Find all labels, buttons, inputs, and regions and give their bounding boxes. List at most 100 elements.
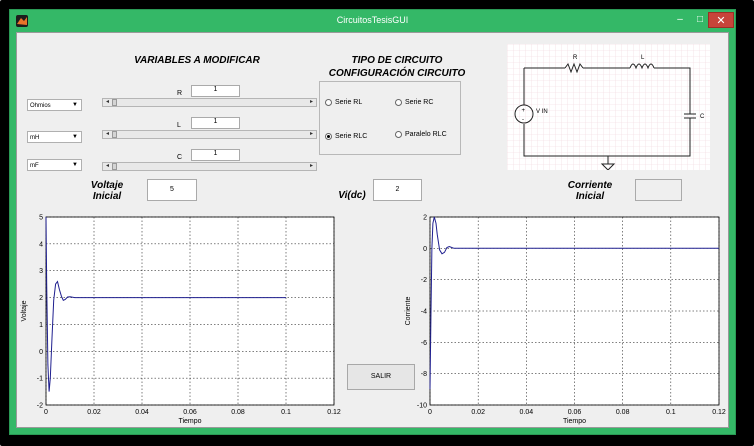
- minimize-button[interactable]: –: [670, 12, 690, 28]
- voltaje-inicial-line1: Voltaje: [90, 180, 124, 191]
- y-tick-label: -2: [421, 277, 427, 284]
- schematic-plus: +: [522, 108, 526, 114]
- window-title: CircuitosTesisGUI: [336, 15, 409, 25]
- y-tick-label: -10: [417, 403, 427, 410]
- r-slider[interactable]: ◂ ▸: [102, 98, 317, 107]
- circuit-type-panel: Serie RL Serie RC Serie RLC Paralelo RLC: [319, 81, 461, 155]
- radio-serie-rlc[interactable]: [325, 133, 332, 140]
- y-tick-label: 0: [39, 349, 43, 356]
- x-tick-label: 0.04: [135, 409, 149, 416]
- option-paralelo-rlc[interactable]: Paralelo RLC: [395, 131, 447, 138]
- x-tick-label: 0.06: [183, 409, 197, 416]
- c-slider[interactable]: ◂ ▸: [102, 162, 317, 171]
- x-tick-label: 0: [428, 409, 432, 416]
- y-tick-label: 0: [423, 246, 427, 253]
- chevron-down-icon: ▼: [72, 134, 78, 140]
- voltaje-plot[interactable]: 0 0.02 0.04 0.06 0.08 0.1 0.12 -2 -1 0 1 2 3 4 5 Tiempo…: [17, 207, 347, 427]
- corriente-plot[interactable]: 0 0.02 0.04 0.06 0.08 0.1 0.12 -10 -8 -6 -4 -2 0 2 Tie…: [397, 207, 727, 427]
- x-tick-label: 0.12: [712, 409, 726, 416]
- r-label: R: [177, 90, 183, 97]
- l-unit-select[interactable]: mH ▼: [27, 131, 82, 143]
- x-tick-label: 0.02: [471, 409, 485, 416]
- x-tick-label: 0.1: [666, 409, 676, 416]
- vi-dc-label: Vi(dc): [338, 190, 366, 201]
- arrow-right-icon[interactable]: ▸: [307, 163, 316, 170]
- corriente-inicial-line2: Inicial: [575, 191, 605, 202]
- x-tick-label: 0.08: [616, 409, 630, 416]
- arrow-right-icon[interactable]: ▸: [307, 131, 316, 138]
- arrow-right-icon[interactable]: ▸: [307, 99, 316, 106]
- x-tick-label: 0.12: [327, 409, 341, 416]
- y-tick-label: 2: [39, 295, 43, 302]
- x-axis-label: Tiempo: [178, 418, 201, 425]
- schematic-r-label: R: [573, 55, 578, 61]
- schematic-minus: -: [522, 117, 524, 123]
- voltaje-inicial-line2: Inicial: [92, 191, 122, 202]
- x-tick-label: 0.1: [281, 409, 291, 416]
- option-serie-rc-label: Serie RC: [405, 99, 434, 106]
- y-tick-label: -6: [421, 340, 427, 347]
- y-tick-label: -4: [421, 309, 427, 316]
- radio-serie-rl[interactable]: [325, 99, 332, 106]
- tipo-circuito-heading: TIPO DE CIRCUITO: [351, 55, 443, 66]
- r-value-input[interactable]: 1: [191, 85, 240, 97]
- variables-heading: VARIABLES A MODIFICAR: [134, 55, 260, 66]
- c-unit-select[interactable]: mF ▼: [27, 159, 82, 171]
- maximize-button[interactable]: □: [690, 12, 710, 28]
- app-window: CircuitosTesisGUI – □ ✕ VARIABLES A MODI…: [9, 9, 736, 435]
- y-tick-label: 4: [39, 241, 43, 248]
- option-serie-rc[interactable]: Serie RC: [395, 99, 433, 106]
- x-axis-label: Tiempo: [563, 418, 586, 425]
- y-tick-label: 1: [39, 322, 43, 329]
- c-label: C: [177, 154, 183, 161]
- arrow-left-icon[interactable]: ◂: [103, 131, 112, 138]
- arrow-left-icon[interactable]: ◂: [103, 163, 112, 170]
- l-value-input[interactable]: 1: [191, 117, 240, 129]
- r-unit-value: Ohmios: [30, 103, 51, 109]
- y-axis-label: Corriente: [405, 297, 412, 326]
- option-serie-rl-label: Serie RL: [335, 99, 363, 106]
- window-frame: CircuitosTesisGUI – □ ✕ VARIABLES A MODI…: [0, 0, 754, 446]
- schematic-vin-label: V IN: [536, 109, 548, 115]
- x-tick-label: 0.08: [231, 409, 245, 416]
- y-tick-label: -8: [421, 371, 427, 378]
- corriente-inicial-label: Corriente Inicial: [557, 180, 623, 202]
- x-tick-label: 0: [44, 409, 48, 416]
- x-tick-label: 0.02: [87, 409, 101, 416]
- chevron-down-icon: ▼: [72, 102, 78, 108]
- arrow-left-icon[interactable]: ◂: [103, 99, 112, 106]
- c-unit-value: mF: [30, 163, 39, 169]
- l-slider[interactable]: ◂ ▸: [102, 130, 317, 139]
- radio-paralelo-rlc[interactable]: [395, 131, 402, 138]
- schematic-c-label: C: [700, 114, 705, 120]
- l-slider-thumb[interactable]: [112, 131, 117, 138]
- y-tick-label: -2: [37, 403, 43, 410]
- vi-dc-input[interactable]: 2: [373, 179, 422, 201]
- corriente-inicial-input[interactable]: [635, 179, 682, 201]
- y-tick-label: 2: [423, 215, 427, 222]
- chevron-down-icon: ▼: [72, 162, 78, 168]
- voltaje-inicial-input[interactable]: 5: [147, 179, 197, 201]
- corriente-inicial-line1: Corriente: [567, 180, 613, 191]
- option-serie-rlc[interactable]: Serie RLC: [325, 133, 367, 140]
- radio-serie-rc[interactable]: [395, 99, 402, 106]
- x-tick-label: 0.06: [568, 409, 582, 416]
- y-axis-label: Voltaje: [21, 300, 28, 321]
- option-paralelo-rlc-label: Paralelo RLC: [405, 131, 447, 138]
- figure-client-area: VARIABLES A MODIFICAR TIPO DE CIRCUITO C…: [16, 32, 729, 428]
- y-tick-label: 5: [39, 215, 43, 222]
- r-unit-select[interactable]: Ohmios ▼: [27, 99, 82, 111]
- c-value-input[interactable]: 1: [191, 149, 240, 161]
- c-slider-thumb[interactable]: [112, 163, 117, 170]
- option-serie-rl[interactable]: Serie RL: [325, 99, 362, 106]
- option-serie-rlc-label: Serie RLC: [335, 133, 368, 140]
- x-tick-label: 0.04: [520, 409, 534, 416]
- l-label: L: [177, 122, 181, 129]
- title-bar[interactable]: CircuitosTesisGUI – □ ✕: [10, 10, 735, 32]
- l-unit-value: mH: [30, 135, 40, 141]
- configuracion-heading: CONFIGURACIÓN CIRCUITO: [328, 68, 466, 79]
- schematic-drawing: R L C V IN + -: [507, 44, 710, 171]
- r-slider-thumb[interactable]: [112, 99, 117, 106]
- close-button[interactable]: ✕: [708, 12, 734, 28]
- voltaje-inicial-label: Voltaje Inicial: [77, 180, 137, 202]
